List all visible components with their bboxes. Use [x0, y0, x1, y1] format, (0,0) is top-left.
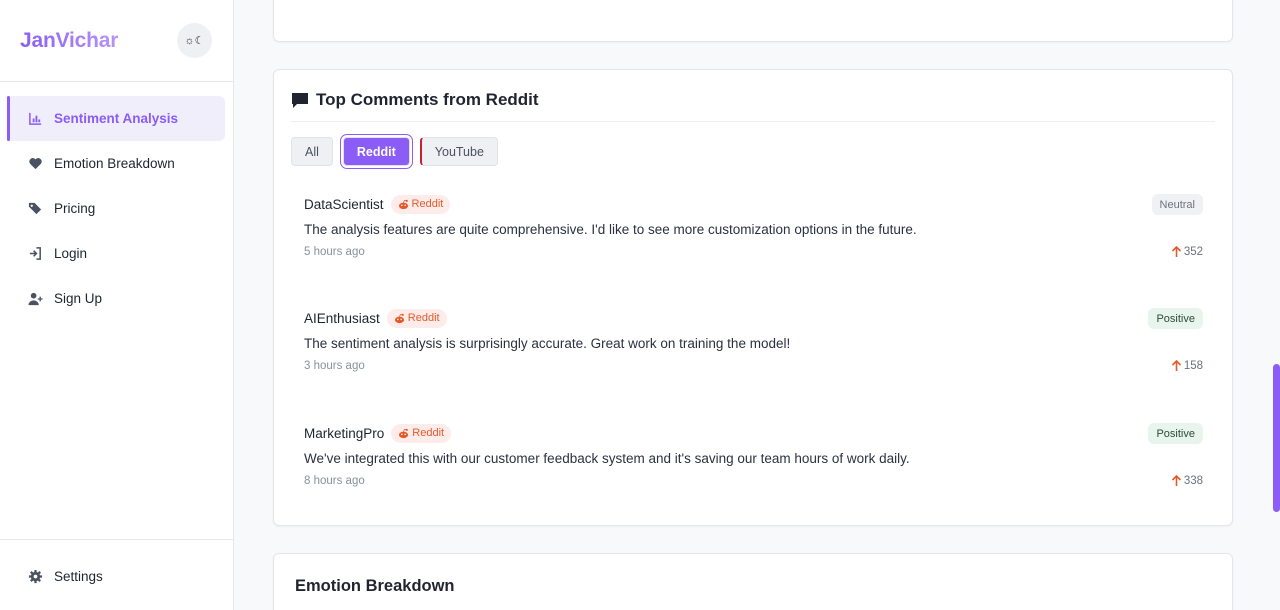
chart-icon — [27, 111, 43, 127]
login-icon — [27, 246, 43, 262]
comment-item: AIEnthusiast Reddit Positive The sentime… — [304, 308, 1203, 398]
card-header: Top Comments from Reddit — [291, 70, 1215, 122]
page-scrollbar[interactable] — [1273, 364, 1280, 512]
sidebar-item-label: Login — [54, 246, 88, 261]
comment-time: 3 hours ago — [304, 360, 365, 372]
top-comments-card: Top Comments from Reddit All Reddit YouT… — [273, 69, 1233, 526]
comment-time: 8 hours ago — [304, 475, 365, 487]
sentiment-badge: Positive — [1148, 423, 1203, 444]
arrow-up-icon — [1171, 475, 1182, 487]
sentiment-badge: Neutral — [1151, 194, 1203, 215]
source-filter-group: All Reddit YouTube — [291, 137, 505, 166]
sentiment-badge: Positive — [1148, 308, 1203, 329]
source-badge: Reddit — [390, 194, 451, 214]
heart-icon — [27, 156, 43, 172]
reddit-icon — [398, 199, 409, 210]
sidebar-item-emotion-breakdown[interactable]: Emotion Breakdown — [7, 141, 225, 186]
comment-icon — [291, 91, 309, 109]
upvote-count: 158 — [1171, 360, 1203, 372]
comment-author[interactable]: MarketingPro — [304, 426, 384, 441]
filter-reddit-button[interactable]: Reddit — [342, 137, 410, 166]
filter-all-button[interactable]: All — [291, 137, 333, 166]
comment-text: The analysis features are quite comprehe… — [304, 222, 917, 237]
sidebar-item-label: Emotion Breakdown — [54, 156, 175, 171]
source-badge: Reddit — [391, 423, 452, 443]
comment-time: 5 hours ago — [304, 246, 365, 258]
settings-section: Settings — [0, 539, 233, 610]
brand-row: JanVichar ☼☾ — [0, 0, 233, 82]
reddit-icon — [394, 313, 405, 324]
gear-icon — [27, 569, 43, 585]
comment-item: MarketingPro Reddit Positive We've integ… — [304, 423, 1203, 513]
card-title: Top Comments from Reddit — [316, 89, 539, 109]
sidebar-item-label: Sentiment Analysis — [54, 111, 179, 126]
sidebar-item-login[interactable]: Login — [7, 231, 225, 276]
brand-logo[interactable]: JanVichar — [20, 29, 118, 53]
sidebar-nav: Sentiment Analysis Emotion Breakdown Pri… — [0, 82, 233, 321]
sidebar-item-settings[interactable]: Settings — [7, 554, 225, 599]
sidebar-item-sign-up[interactable]: Sign Up — [7, 276, 225, 321]
comment-text: We've integrated this with our customer … — [304, 451, 910, 466]
card-title: Emotion Breakdown — [295, 577, 455, 595]
comment-author[interactable]: DataScientist — [304, 197, 384, 212]
comment-item: DataScientist Reddit Neutral The analysi… — [304, 194, 1203, 284]
reddit-icon — [398, 428, 409, 439]
main-content: Top Comments from Reddit All Reddit YouT… — [234, 0, 1280, 610]
arrow-up-icon — [1171, 246, 1182, 258]
sidebar-item-label: Settings — [54, 569, 103, 584]
source-badge: Reddit — [386, 308, 447, 328]
user-plus-icon — [27, 291, 43, 307]
filter-youtube-button[interactable]: YouTube — [419, 137, 498, 166]
upvote-count: 338 — [1171, 475, 1203, 487]
previous-card — [273, 0, 1233, 42]
sidebar: JanVichar ☼☾ Sentiment Analysis Emotion … — [0, 0, 234, 610]
comment-author[interactable]: AIEnthusiast — [304, 311, 380, 326]
sidebar-item-label: Sign Up — [54, 291, 103, 306]
arrow-up-icon — [1171, 360, 1182, 372]
sidebar-item-pricing[interactable]: Pricing — [7, 186, 225, 231]
upvote-count: 352 — [1171, 246, 1203, 258]
comment-text: The sentiment analysis is surprisingly a… — [304, 336, 791, 351]
theme-toggle-button[interactable]: ☼☾ — [177, 23, 212, 58]
sidebar-item-sentiment-analysis[interactable]: Sentiment Analysis — [7, 96, 225, 141]
emotion-breakdown-card: Emotion Breakdown — [273, 553, 1233, 610]
sidebar-item-label: Pricing — [54, 201, 96, 216]
tags-icon — [27, 201, 43, 217]
